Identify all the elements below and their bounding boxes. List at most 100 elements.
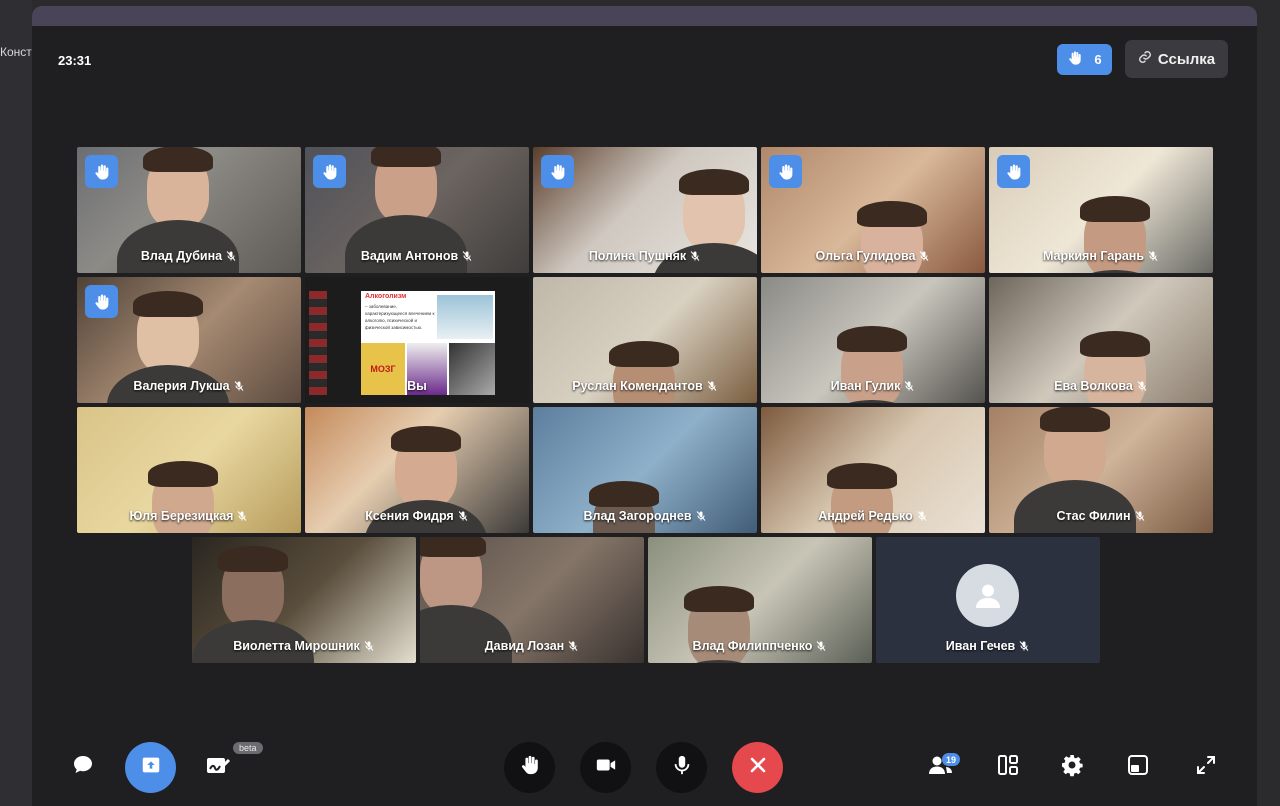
participant-tile[interactable]: Виолетта Мирошник [192, 537, 416, 663]
call-window: 23:31 6 Ссылка Влад Дубина Вадим Антонов П… [32, 6, 1257, 806]
participant-name-label: Влад Филиппченко [648, 639, 872, 653]
participant-name-label: Иван Гечев [876, 639, 1100, 653]
participant-name-label: Вы [305, 379, 529, 393]
microphone-button[interactable] [656, 742, 707, 793]
participant-name: Маркиян Гарань [1042, 249, 1145, 263]
mic-off-icon [903, 380, 915, 392]
participant-tile[interactable]: Ольга Гулидова [761, 147, 985, 273]
mic-off-icon [461, 250, 473, 262]
participant-tile[interactable]: Влад Дубина [77, 147, 301, 273]
participant-hair [684, 586, 754, 612]
camera-icon [594, 754, 618, 781]
raised-hands-badge[interactable]: 6 [1057, 44, 1112, 75]
participant-name-label: Давид Лозан [420, 639, 644, 653]
microphone-icon [671, 754, 693, 781]
participant-name-label: Юля Березицкая [77, 509, 301, 523]
participant-hair [837, 326, 907, 352]
raise-hand-button[interactable] [504, 742, 555, 793]
participant-name: Вы [407, 379, 427, 393]
participant-hair [133, 291, 203, 317]
participant-tile[interactable]: Валерия Лукша [77, 277, 301, 403]
participant-hair [1080, 331, 1150, 357]
fullscreen-button[interactable] [1188, 749, 1224, 785]
participant-name: Влад Загороднев [583, 509, 692, 523]
slide-image-top [437, 295, 493, 339]
participant-name-label: Влад Дубина [77, 249, 301, 263]
participant-name: Юля Березицкая [129, 509, 234, 523]
participant-name-label: Стас Филин [989, 509, 1213, 523]
participant-hair [679, 169, 749, 195]
whiteboard-button[interactable] [200, 749, 236, 785]
participant-tile[interactable]: Влад Загороднев [533, 407, 757, 533]
chat-button[interactable] [65, 749, 101, 785]
participant-name: Влад Дубина [140, 249, 223, 263]
participant-tile[interactable]: Юля Березицкая [77, 407, 301, 533]
slide-text: – заболевание, характеризующееся влечени… [365, 304, 435, 330]
participant-name: Виолетта Мирошник [233, 639, 360, 653]
copy-link-button[interactable]: Ссылка [1125, 40, 1228, 78]
chat-icon [71, 753, 95, 782]
participant-tile[interactable]: Полина Пушняк [533, 147, 757, 273]
share-screen-button[interactable] [125, 742, 176, 793]
participant-tile[interactable]: Алкоголизм – заболевание, характеризующее… [305, 277, 529, 403]
participant-tile[interactable]: Вадим Антонов [305, 147, 529, 273]
participant-name-label: Ксения Фидря [305, 509, 529, 523]
mic-off-icon [1147, 250, 1159, 262]
participant-tile[interactable]: Влад Филиппченко [648, 537, 872, 663]
gear-icon [1060, 753, 1084, 782]
camera-button[interactable] [580, 742, 631, 793]
participant-hair [609, 341, 679, 367]
layout-grid-icon [997, 754, 1019, 781]
picture-in-picture-button[interactable] [1120, 749, 1156, 785]
participant-hair [391, 426, 461, 452]
participant-name: Андрей Редько [818, 509, 913, 523]
participant-name: Иван Гечев [945, 639, 1016, 653]
mic-off-icon [1134, 510, 1146, 522]
participant-name-label: Маркиян Гарань [989, 249, 1213, 263]
layout-button[interactable] [990, 749, 1026, 785]
participant-tile[interactable]: Давид Лозан [420, 537, 644, 663]
end-call-button[interactable] [732, 742, 783, 793]
participant-hair [1040, 407, 1110, 432]
left-strip-label: Конст [0, 45, 32, 59]
link-label: Ссылка [1157, 50, 1216, 68]
participant-name: Иван Гулик [830, 379, 901, 393]
participant-tile[interactable]: Маркиян Гарань [989, 147, 1213, 273]
participant-tile[interactable]: Иван Гулик [761, 277, 985, 403]
settings-button[interactable] [1054, 749, 1090, 785]
raised-hand-icon [85, 285, 118, 318]
participant-hair [1080, 196, 1150, 222]
participant-tile[interactable]: Стас Филин [989, 407, 1213, 533]
participant-tile[interactable]: Андрей Редько [761, 407, 985, 533]
close-icon [748, 755, 768, 780]
mic-off-icon [706, 380, 718, 392]
participant-name: Валерия Лукша [133, 379, 230, 393]
mic-off-icon [916, 510, 928, 522]
participant-name: Руслан Комендантов [572, 379, 703, 393]
beta-badge: beta [233, 742, 263, 754]
participant-name-label: Ольга Гулидова [761, 249, 985, 263]
participant-tile[interactable]: Руслан Комендантов [533, 277, 757, 403]
participants-count-badge: 19 [942, 753, 960, 766]
participant-hair [857, 201, 927, 227]
participant-name: Вадим Антонов [360, 249, 459, 263]
share-screen-icon [140, 754, 162, 781]
participant-hair [589, 481, 659, 507]
mic-off-icon [225, 250, 237, 262]
whiteboard-icon [205, 753, 231, 782]
participant-name: Полина Пушняк [588, 249, 687, 263]
participant-name-label: Ева Волкова [989, 379, 1213, 393]
participant-name-label: Влад Загороднев [533, 509, 757, 523]
raised-hands-count: 6 [1094, 52, 1102, 67]
participant-tile[interactable]: Ксения Фидря [305, 407, 529, 533]
participant-tile[interactable]: Ева Волкова [989, 277, 1213, 403]
participant-name-label: Руслан Комендантов [533, 379, 757, 393]
raised-hand-icon [313, 155, 346, 188]
participant-name-label: Виолетта Мирошник [192, 639, 416, 653]
mic-off-icon [567, 640, 579, 652]
participant-tile[interactable]: Иван Гечев [876, 537, 1100, 663]
participant-name: Ольга Гулидова [815, 249, 916, 263]
raised-hand-icon [541, 155, 574, 188]
left-window-strip: Конст [0, 0, 32, 806]
call-time: 23:31 [58, 53, 92, 68]
